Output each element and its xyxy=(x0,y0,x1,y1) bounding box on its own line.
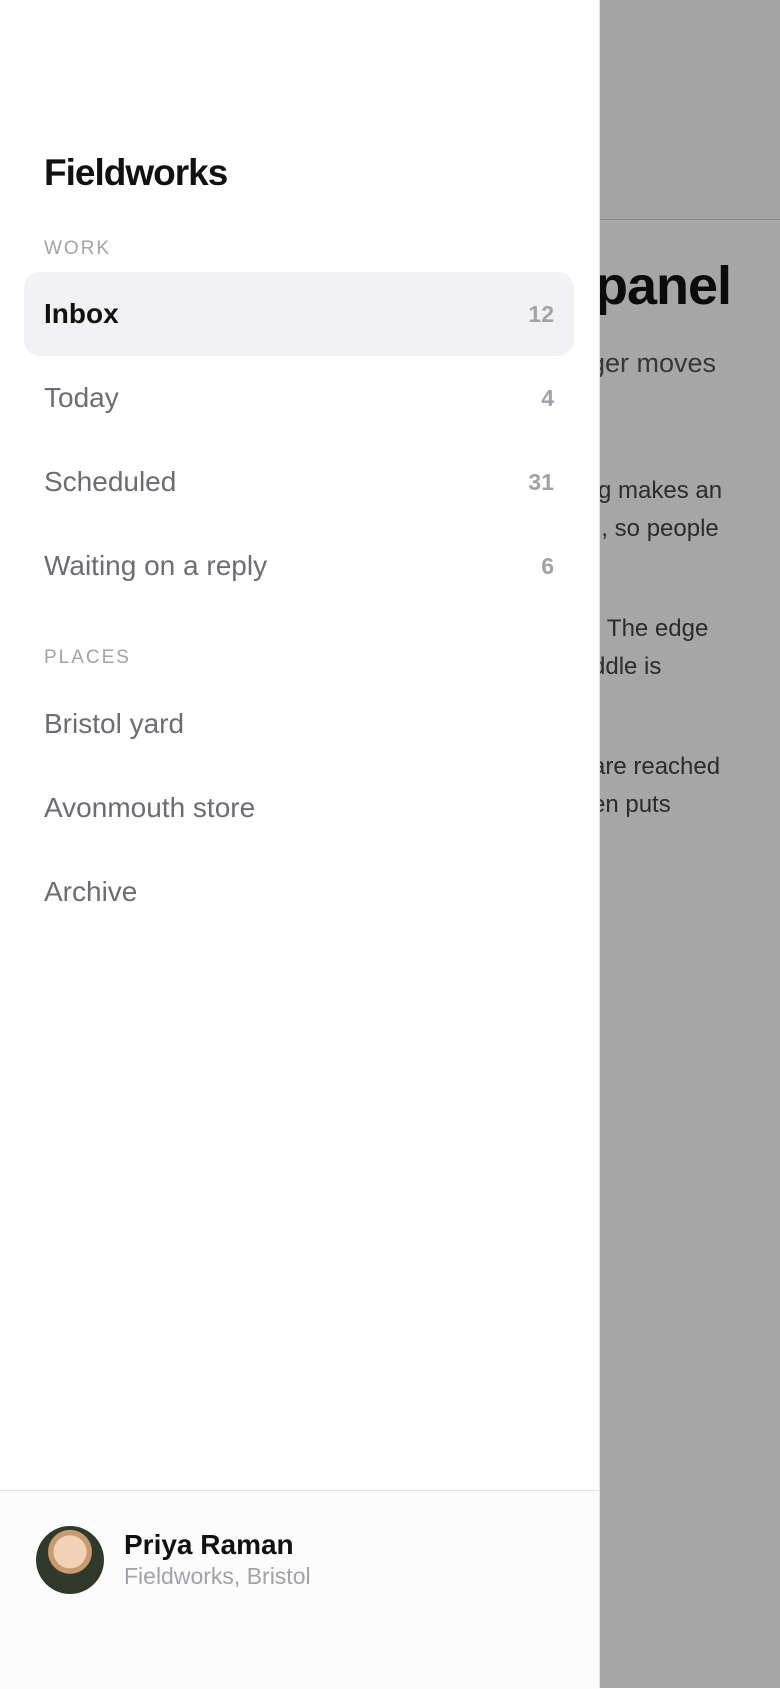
nav-item-count: 12 xyxy=(528,301,554,327)
nav-item-label: Archive xyxy=(44,876,138,907)
user-name: Priya Raman xyxy=(124,1529,294,1560)
user-organization: Fieldworks, Bristol xyxy=(124,1563,311,1589)
section-label-work: WORK xyxy=(44,238,112,259)
nav-item-avonmouth-store[interactable]: Avonmouth store xyxy=(24,766,574,850)
nav-item-scheduled[interactable]: Scheduled 31 xyxy=(24,440,574,524)
nav-item-count: 6 xyxy=(541,553,554,579)
nav-item-label: Avonmouth store xyxy=(44,792,256,823)
nav-item-label: Waiting on a reply xyxy=(44,550,268,581)
nav-item-label: Inbox xyxy=(44,298,119,329)
nav-item-label: Scheduled xyxy=(44,466,177,497)
nav-item-inbox[interactable]: Inbox 12 xyxy=(24,272,574,356)
nav-item-label: Today xyxy=(44,382,119,413)
navigation-drawer: Fieldworks WORK Inbox 12 Today 4 Schedul… xyxy=(0,0,600,1689)
nav-item-count: 4 xyxy=(541,385,554,411)
nav-item-archive[interactable]: Archive xyxy=(24,850,574,934)
section-label-places: PLACES xyxy=(44,647,131,668)
nav-item-today[interactable]: Today 4 xyxy=(24,356,574,440)
nav-item-label: Bristol yard xyxy=(44,708,185,739)
nav-item-bristol-yard[interactable]: Bristol yard xyxy=(24,682,574,766)
nav-item-waiting-on-a-reply[interactable]: Waiting on a reply 6 xyxy=(24,524,574,608)
nav-item-count: 31 xyxy=(528,469,554,495)
avatar xyxy=(36,1526,104,1594)
brand-title: Fieldworks xyxy=(44,152,228,193)
user-profile[interactable]: Priya Raman Fieldworks, Bristol xyxy=(0,1490,599,1689)
